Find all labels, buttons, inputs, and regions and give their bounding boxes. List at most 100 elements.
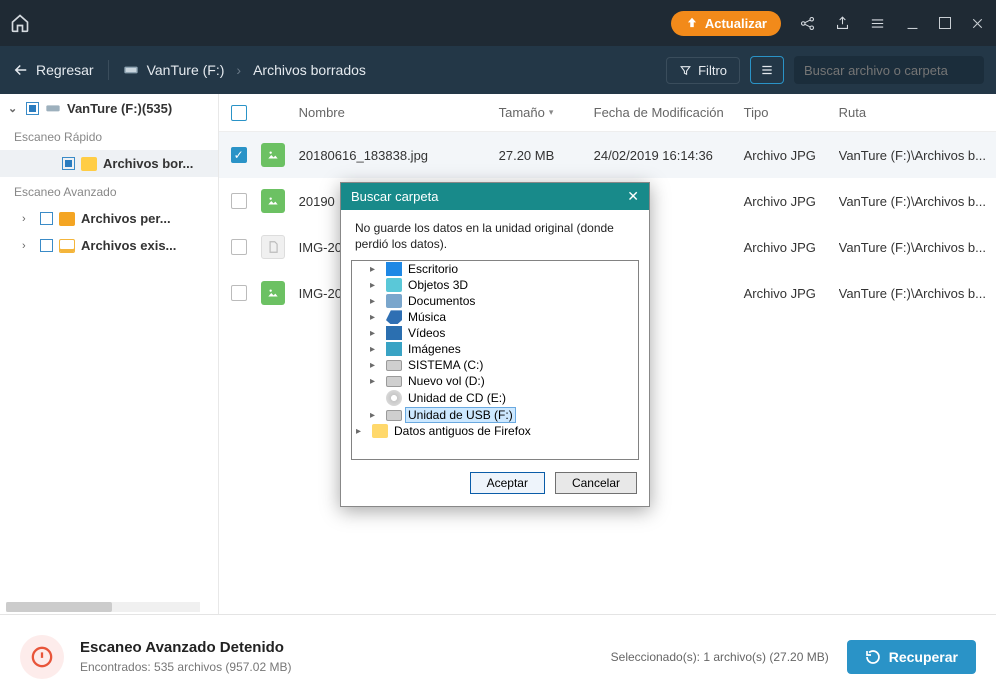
- file-date: 24/02/2019 16:14:36: [594, 148, 744, 163]
- node-label: SISTEMA (C:): [406, 358, 485, 372]
- recover-label: Recuperar: [889, 649, 958, 665]
- drv-icon: [386, 410, 402, 421]
- recover-button[interactable]: Recuperar: [847, 640, 976, 674]
- music-icon: [386, 310, 402, 324]
- sidebar-item-lost[interactable]: › Archivos per...: [0, 205, 218, 232]
- col-name[interactable]: Nombre: [299, 105, 499, 120]
- folder-tree-node[interactable]: ▸ Imágenes: [352, 341, 638, 357]
- expand-icon[interactable]: ▸: [370, 376, 382, 387]
- back-arrow-icon: [12, 61, 30, 79]
- row-checkbox[interactable]: [231, 239, 247, 255]
- back-button[interactable]: Regresar: [12, 61, 94, 79]
- folder-tree-node[interactable]: ▸ SISTEMA (C:): [352, 357, 638, 373]
- export-icon[interactable]: [834, 15, 851, 32]
- chevron-right-icon[interactable]: ›: [22, 213, 34, 225]
- dialog-buttons: Aceptar Cancelar: [341, 460, 649, 506]
- filter-icon: [679, 64, 692, 77]
- row-checkbox[interactable]: [231, 193, 247, 209]
- expand-icon[interactable]: ▸: [370, 360, 382, 371]
- crumb-folder[interactable]: Archivos borrados: [253, 62, 366, 78]
- sidebar-item-deleted[interactable]: Archivos bor...: [0, 150, 218, 177]
- file-header: Nombre Tamaño▾ Fecha de Modificación Tip…: [219, 94, 996, 132]
- file-size: 27.20 MB: [499, 148, 594, 163]
- node-label: Imágenes: [406, 342, 463, 356]
- node-label: Unidad de USB (F:): [406, 408, 515, 422]
- col-path[interactable]: Ruta: [839, 105, 996, 120]
- filter-button[interactable]: Filtro: [666, 57, 740, 84]
- file-type: Archivo JPG: [744, 240, 839, 255]
- update-button[interactable]: Actualizar: [671, 11, 781, 36]
- expand-icon[interactable]: ▸: [370, 312, 382, 323]
- dialog-close-icon[interactable]: ✕: [627, 188, 639, 205]
- tree-checkbox[interactable]: [26, 102, 39, 115]
- row-checkbox[interactable]: [231, 147, 247, 163]
- menu-icon[interactable]: [869, 15, 886, 32]
- chevron-down-icon[interactable]: ⌄: [8, 102, 20, 115]
- close-icon[interactable]: [969, 15, 986, 32]
- search-box[interactable]: [794, 56, 984, 84]
- drv-icon: [386, 360, 402, 371]
- cancel-button[interactable]: Cancelar: [555, 472, 637, 494]
- up-arrow-icon: [685, 16, 699, 30]
- dialog-folder-tree[interactable]: ▸Escritorio▸Objetos 3D▸Documentos▸Música…: [351, 260, 639, 460]
- tree-checkbox[interactable]: [62, 157, 75, 170]
- maximize-icon[interactable]: [939, 17, 951, 29]
- folder-icon: [59, 212, 75, 226]
- footer-subtitle: Encontrados: 535 archivos (957.02 MB): [80, 660, 291, 674]
- home-icon[interactable]: [10, 13, 30, 33]
- node-label: Documentos: [406, 294, 477, 308]
- ok-button[interactable]: Aceptar: [470, 472, 545, 494]
- separator: [108, 60, 109, 80]
- dialog-message: No guarde los datos en la unidad origina…: [341, 210, 649, 260]
- sidebar-item-existing[interactable]: › Archivos exis...: [0, 232, 218, 259]
- col-size[interactable]: Tamaño▾: [499, 105, 594, 120]
- tree-root-label: VanTure (F:)(535): [67, 101, 172, 116]
- expand-icon[interactable]: ▸: [370, 280, 382, 291]
- expand-icon[interactable]: ▸: [370, 328, 382, 339]
- folder-tree-node[interactable]: ▸Escritorio: [352, 261, 638, 277]
- toolbar: Regresar VanTure (F:) › Archivos borrado…: [0, 46, 996, 94]
- tree-root[interactable]: ⌄ VanTure (F:)(535): [0, 94, 218, 122]
- file-path: VanTure (F:)\Archivos b...: [839, 148, 996, 163]
- crumb-drive[interactable]: VanTure (F:): [147, 62, 225, 78]
- drive-icon: [45, 100, 61, 116]
- folder-browse-dialog: Buscar carpeta ✕ No guarde los datos en …: [340, 182, 650, 507]
- node-label: Música: [406, 310, 448, 324]
- folder-tree-node[interactable]: ▸Objetos 3D: [352, 277, 638, 293]
- file-path: VanTure (F:)\Archivos b...: [839, 286, 996, 301]
- folder-tree-node[interactable]: Unidad de CD (E:): [352, 389, 638, 407]
- chevron-right-icon[interactable]: ›: [22, 240, 34, 252]
- expand-icon[interactable]: ▸: [356, 426, 368, 437]
- expand-icon[interactable]: ▸: [370, 264, 382, 275]
- list-view-button[interactable]: [750, 56, 784, 84]
- expand-icon[interactable]: ▸: [370, 296, 382, 307]
- col-type[interactable]: Tipo: [744, 105, 839, 120]
- col-date[interactable]: Fecha de Modificación: [594, 105, 744, 120]
- tree-checkbox[interactable]: [40, 239, 53, 252]
- fold-icon: [372, 424, 388, 438]
- tree-checkbox[interactable]: [40, 212, 53, 225]
- folder-tree-node[interactable]: ▸ Documentos: [352, 293, 638, 309]
- filter-label: Filtro: [698, 63, 727, 78]
- table-row[interactable]: 20180616_183838.jpg27.20 MB24/02/2019 16…: [219, 132, 996, 178]
- footer: Escaneo Avanzado Detenido Encontrados: 5…: [0, 614, 996, 698]
- folder-tree-node[interactable]: ▸ Unidad de USB (F:): [352, 407, 638, 423]
- row-checkbox[interactable]: [231, 285, 247, 301]
- footer-title: Escaneo Avanzado Detenido: [80, 639, 291, 656]
- folder-tree-node[interactable]: ▸Datos antiguos de Firefox: [352, 423, 638, 439]
- minimize-icon[interactable]: [904, 15, 921, 32]
- select-all-checkbox[interactable]: [231, 105, 247, 121]
- expand-icon[interactable]: ▸: [370, 344, 382, 355]
- search-input[interactable]: [804, 63, 980, 78]
- folder-tree-node[interactable]: ▸Vídeos: [352, 325, 638, 341]
- folder-tree-node[interactable]: ▸Nuevo vol (D:): [352, 373, 638, 389]
- expand-icon[interactable]: ▸: [370, 410, 382, 421]
- list-icon: [759, 63, 775, 77]
- dialog-titlebar[interactable]: Buscar carpeta ✕: [341, 183, 649, 210]
- tree-label: Archivos per...: [81, 211, 171, 226]
- file-type: Archivo JPG: [744, 194, 839, 209]
- folder-tree-node[interactable]: ▸ Música: [352, 309, 638, 325]
- scrollbar-horizontal[interactable]: [6, 602, 200, 612]
- share-icon[interactable]: [799, 15, 816, 32]
- alert-icon: [20, 635, 64, 679]
